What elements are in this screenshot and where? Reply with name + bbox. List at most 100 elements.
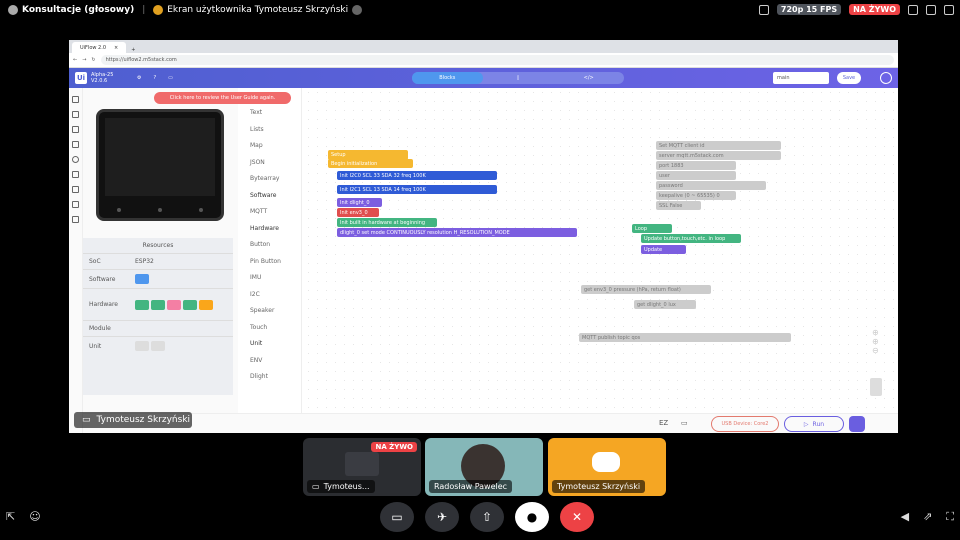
screen-share-icon: ▭ <box>312 482 320 491</box>
category-imu[interactable]: IMU <box>242 270 301 287</box>
i2c0-block[interactable]: Init I2C0 SCL 33 SDA 32 freq 100K <box>337 171 497 180</box>
mic-button[interactable]: ● <box>515 502 549 532</box>
loop-block[interactable]: Loop <box>632 224 672 233</box>
category-map[interactable]: Map <box>242 138 301 155</box>
fullscreen-icon[interactable]: ⛶ <box>946 510 954 524</box>
label-icon[interactable] <box>72 126 79 133</box>
category-touch[interactable]: Touch <box>242 319 301 336</box>
settings-icon[interactable]: ⚙ <box>137 75 141 81</box>
speaker-icon <box>8 5 18 15</box>
category-unit[interactable]: Unit <box>242 336 301 353</box>
publish-block[interactable]: MQTT publish topic qos <box>579 333 791 342</box>
triangle-icon[interactable] <box>72 216 79 223</box>
bottom-left-icons: ⇱ ☺ <box>6 510 41 523</box>
category-pin-button[interactable]: Pin Button <box>242 253 301 270</box>
i2c1-block[interactable]: Init I2C1 SCL 13 SDA 14 freq 100K <box>337 185 497 194</box>
forward-icon[interactable]: → <box>82 57 86 63</box>
shared-screen: UiFlow 2.0 × + ← → ↻ https://uiflow2.m5stack.… <box>69 40 898 433</box>
device-screen <box>105 118 215 196</box>
category-software[interactable]: Software <box>242 187 301 204</box>
back-icon[interactable]: ← <box>73 57 77 63</box>
blocks-workspace[interactable]: Setup Begin initialization Init I2C0 SCL… <box>304 88 898 413</box>
category-hardware[interactable]: Hardware <box>242 220 301 237</box>
url-input[interactable]: https://uiflow2.m5stack.com <box>100 55 894 65</box>
image-icon[interactable] <box>72 171 79 178</box>
builtin-block[interactable]: Init built in hardware at beginning <box>337 218 437 227</box>
block-categories: Functions Text Lists Map JSON Bytearray … <box>242 88 302 413</box>
update-block[interactable]: Update <box>641 245 686 254</box>
inbox-icon[interactable] <box>926 4 936 15</box>
camera-off-button[interactable]: ▭ <box>380 502 414 532</box>
share-screen-button[interactable]: ⇧ <box>470 502 504 532</box>
update-loop-block[interactable]: Update button,touch,etc. in loop <box>641 234 741 243</box>
category-dlight[interactable]: Dlight <box>242 369 301 386</box>
category-text[interactable]: Text <box>242 105 301 122</box>
env-get-block[interactable]: get env3_0 pressure (hPa, return float) <box>581 285 711 294</box>
project-name-input[interactable]: main <box>773 72 829 84</box>
channel[interactable]: Konsultacje (głosowy) <box>8 5 134 15</box>
download-icon[interactable] <box>849 416 865 432</box>
rect-icon[interactable] <box>72 141 79 148</box>
account-icon[interactable] <box>880 72 892 84</box>
screen-icon[interactable]: ▭ <box>681 419 688 427</box>
browser-tab[interactable]: UiFlow 2.0 × <box>72 42 127 53</box>
add-user-icon[interactable] <box>758 4 769 15</box>
category-lists[interactable]: Lists <box>242 121 301 138</box>
line-icon[interactable] <box>72 201 79 208</box>
volume-icon[interactable]: ◀ <box>901 510 909 524</box>
tab-code[interactable]: </> <box>553 72 624 84</box>
help-icon[interactable]: ? <box>153 75 156 81</box>
category-button[interactable]: Button <box>242 237 301 254</box>
emoji-icon[interactable]: ☺ <box>29 510 40 523</box>
participant-tile-3[interactable]: Tymoteusz Skrzyński <box>548 438 666 496</box>
mqtt-client-block[interactable]: Set MQTT client id <box>656 141 781 150</box>
usb-device-button[interactable]: USB Device: Core2 <box>711 416 779 432</box>
dlight-get-block[interactable]: get dlight_0 lux <box>634 300 696 309</box>
activity-button[interactable]: ✈ <box>425 502 459 532</box>
address-bar: ← → ↻ https://uiflow2.m5stack.com <box>69 53 898 68</box>
discord-topbar: Konsultacje (głosowy) | Ekran użytkownik… <box>0 0 960 20</box>
mqtt-chip[interactable] <box>135 274 149 284</box>
live-badge: NA ŻYWO <box>849 4 900 15</box>
category-mqtt[interactable]: MQTT <box>242 204 301 221</box>
category-json[interactable]: JSON <box>242 154 301 171</box>
reload-icon[interactable]: ↻ <box>91 57 95 63</box>
folder-icon[interactable]: ▭ <box>168 75 173 81</box>
category-speaker[interactable]: Speaker <box>242 303 301 320</box>
user-guide-tip[interactable]: Click here to review the User Guide agai… <box>154 92 291 104</box>
trash-icon[interactable] <box>870 378 882 396</box>
more-icon[interactable] <box>944 4 954 15</box>
call-controls: ▭ ✈ ⇧ ● ✕ <box>380 502 594 532</box>
layout-icon[interactable] <box>72 96 79 103</box>
setmode-block[interactable]: dlight_0 set mode CONTINUOUSLY resolutio… <box>337 228 577 237</box>
save-button[interactable]: Save <box>837 72 861 84</box>
uiflow-logo: Ui <box>75 72 87 84</box>
discord-icon <box>592 452 620 472</box>
tab-blocks[interactable]: Blocks <box>412 72 483 84</box>
grid-icon[interactable] <box>908 4 918 15</box>
bottom-right-icons: ◀ ⇗ ⛶ <box>901 510 954 524</box>
circle-icon[interactable] <box>72 156 79 163</box>
env-init-block[interactable]: Init env3_0 <box>337 208 379 217</box>
disconnect-button[interactable]: ✕ <box>560 502 594 532</box>
image2-icon[interactable] <box>72 186 79 193</box>
device-preview <box>96 109 224 221</box>
begin-block[interactable]: Begin initialization <box>328 159 413 168</box>
ez-icon[interactable]: EZ <box>659 419 668 427</box>
participant-tile-1[interactable]: NA ŻYWO ▭ Tymoteus... <box>303 438 421 496</box>
zoom-controls[interactable]: ⊕ ⊕ ⊖ <box>872 328 882 368</box>
tab-split[interactable]: ▯ <box>483 72 554 84</box>
category-env[interactable]: ENV <box>242 352 301 369</box>
popout-icon[interactable]: ⇗ <box>923 510 932 524</box>
view-switch: Blocks ▯ </> <box>412 72 624 84</box>
play-icon: ▷ <box>803 420 809 428</box>
participant-tile-2[interactable]: Radosław Pawelec <box>425 438 543 496</box>
category-bytearray[interactable]: Bytearray <box>242 171 301 188</box>
dlight-init-block[interactable]: Init dlight_0 <box>337 198 382 207</box>
hide-icon[interactable]: ⇱ <box>6 510 15 523</box>
category-i2c[interactable]: I2C <box>242 286 301 303</box>
run-button[interactable]: ▷ Run <box>784 416 844 432</box>
avatar <box>153 5 164 15</box>
tag-icon[interactable] <box>72 111 79 118</box>
avatar-small <box>352 5 363 15</box>
